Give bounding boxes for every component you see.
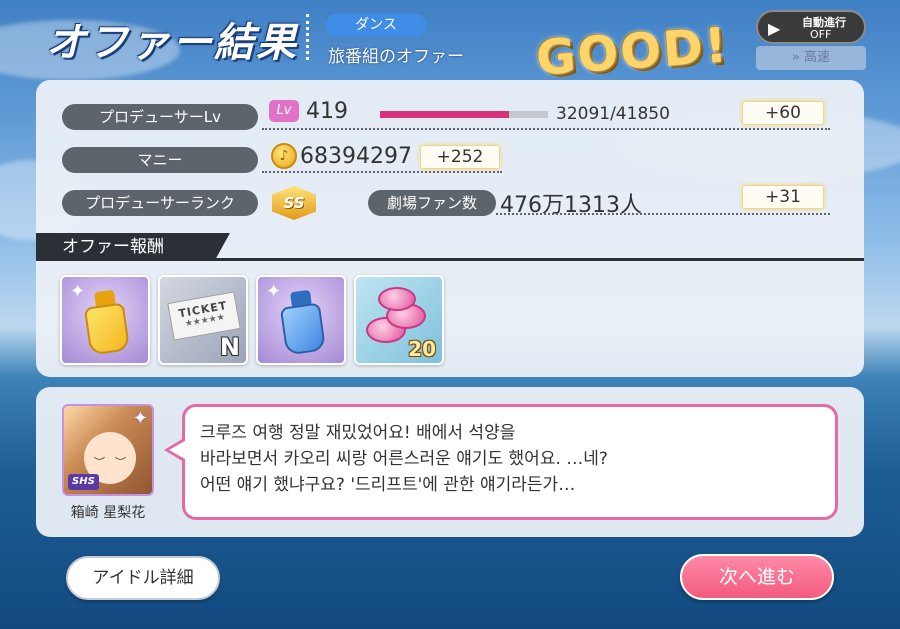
blue-bottle-icon	[279, 302, 327, 356]
row-divider	[262, 171, 502, 173]
dialogue-text: 크루즈 여행 정말 재밌었어요! 배에서 석양을 바라보면서 카오리 씨랑 어른…	[200, 420, 820, 498]
fans-label: 劇場ファン数	[368, 190, 496, 216]
avatar-eyes: ︶︶	[94, 456, 136, 469]
next-button[interactable]: 次へ進む	[680, 554, 834, 600]
fans-gain-box: +31	[742, 185, 824, 209]
row-divider	[262, 128, 830, 130]
dialogue-line: 바라보면서 카오리 씨랑 어른스러운 얘기도 했어요. …네?	[200, 449, 608, 469]
speech-bubble-tail-inner	[169, 441, 185, 459]
rarity-label: N	[219, 333, 240, 361]
row-divider	[496, 213, 830, 215]
money-coin-icon: ♪	[271, 143, 297, 169]
money-value: 68394297	[300, 144, 412, 169]
fast-forward-icon: »	[791, 50, 805, 65]
money-label: マニー	[62, 147, 258, 173]
lv-badge-icon: Lv	[269, 100, 299, 122]
reward-item[interactable]: ✦	[60, 275, 150, 365]
producer-lv-label: プロデューサーLv	[62, 104, 258, 130]
page-title: オファー結果	[46, 20, 298, 66]
idol-avatar[interactable]: ︶︶ ✦ SHS	[62, 404, 154, 496]
producer-lv-value: 419	[306, 99, 348, 124]
play-icon: ▶	[768, 19, 781, 38]
auto-advance-button[interactable]: ▶ 自動進行 OFF	[756, 10, 866, 44]
offer-type-tag: ダンス	[326, 14, 426, 36]
card-rarity-badge: SHS	[68, 474, 99, 490]
idol-detail-button[interactable]: アイドル詳細	[66, 556, 220, 600]
reward-count: 20	[408, 337, 436, 361]
dialogue-line: 어떤 얘기 했냐구요? '드리프트'에 관한 얘기라든가…	[200, 475, 576, 495]
auto-advance-state: OFF	[810, 28, 832, 41]
sparkle-icon: ✦	[266, 281, 282, 302]
result-rating: GOOD!	[534, 17, 731, 87]
xp-progress-fill	[380, 111, 509, 118]
sparkle-icon: ✦	[132, 408, 148, 429]
header-divider	[306, 14, 309, 60]
dialogue-line: 크루즈 여행 정말 재밌었어요! 배에서 석양을	[200, 423, 516, 443]
money-gain-box: +252	[420, 145, 500, 169]
sparkle-icon: ✦	[70, 281, 86, 302]
offer-name: 旅番組のオファー	[328, 47, 464, 67]
reward-header: オファー報酬	[36, 233, 230, 261]
speed-button[interactable]: » 高速	[756, 46, 866, 70]
pink-coin	[378, 287, 416, 311]
speed-label: 高速	[804, 50, 831, 65]
character-name: 箱崎 星梨花	[70, 505, 146, 521]
rank-label: プロデューサーランク	[62, 190, 258, 216]
xp-progress-bar	[380, 111, 548, 118]
yellow-bottle-icon	[83, 302, 131, 356]
reward-item[interactable]: TICKET ★★★★★ N	[158, 275, 248, 365]
lv-gain-box: +60	[742, 101, 824, 125]
reward-item[interactable]: ✦	[256, 275, 346, 365]
reward-item[interactable]: 20	[354, 275, 444, 365]
xp-text: 32091/41850	[556, 104, 670, 124]
